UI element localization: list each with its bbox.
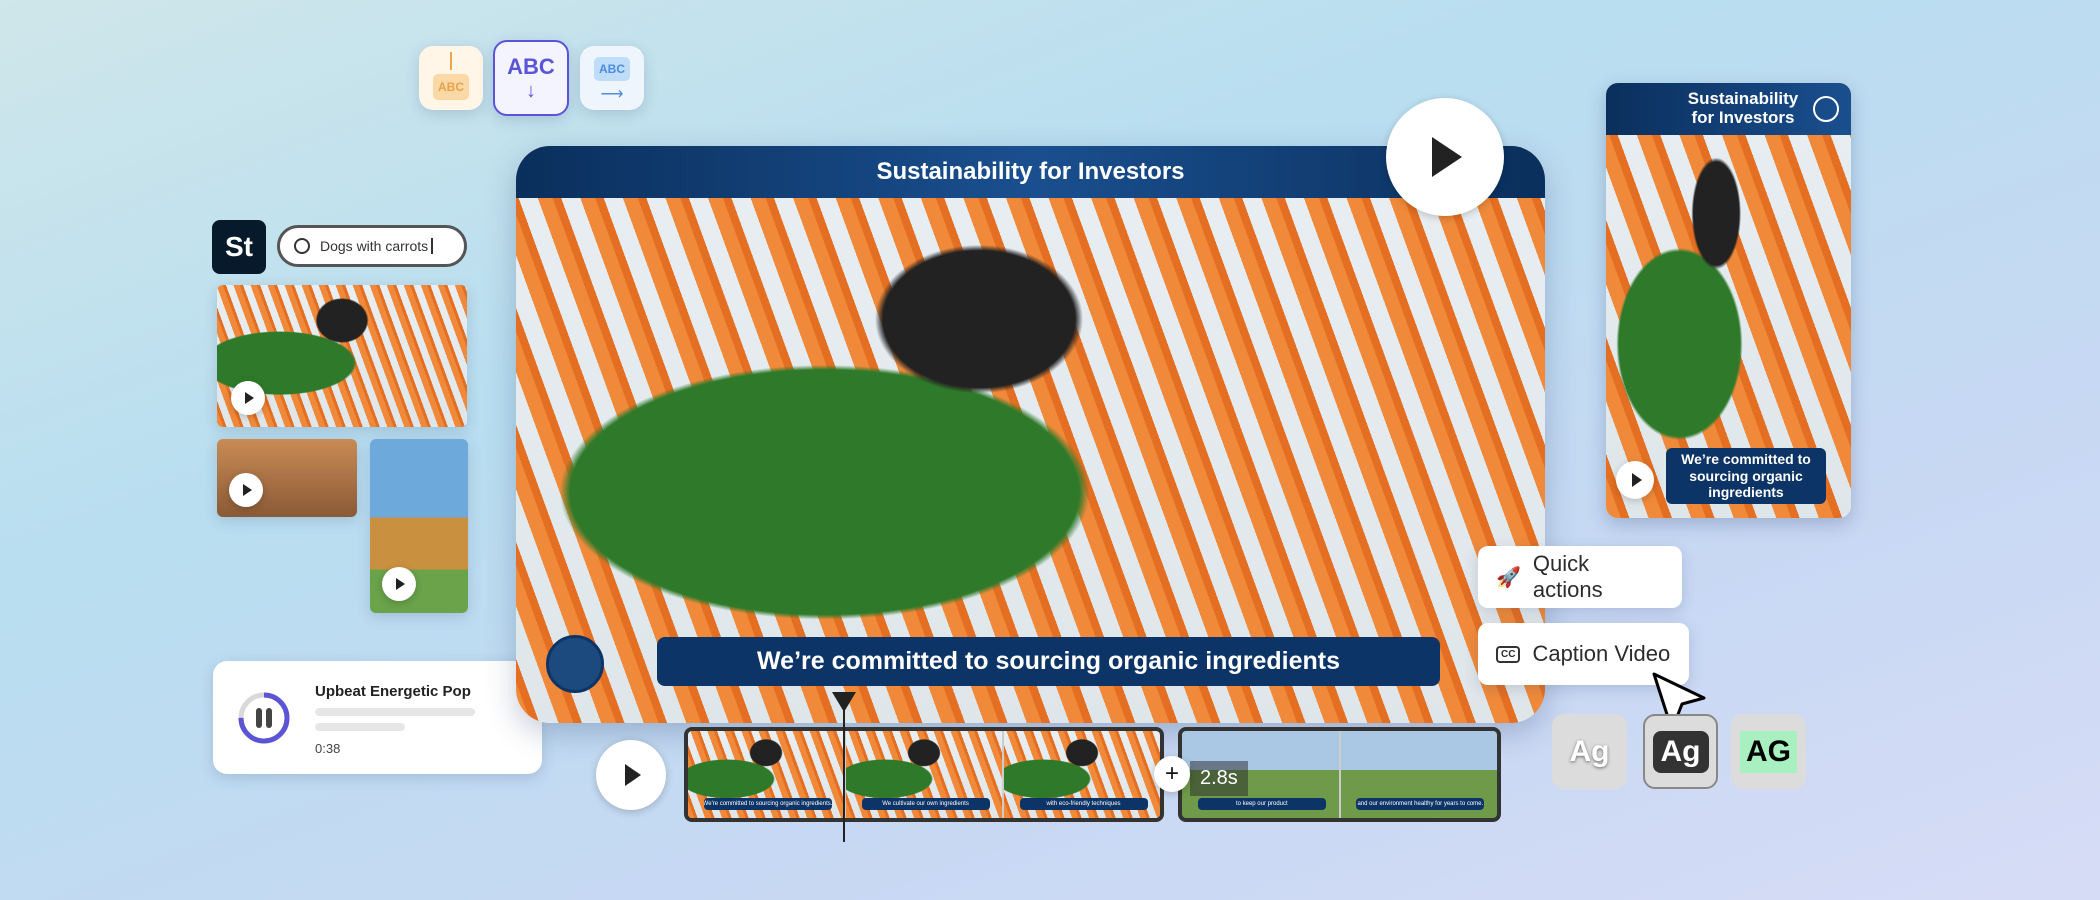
vertical-title: Sustainability for Investors xyxy=(1687,89,1799,127)
clip-frame: We cultivate our own ingredients xyxy=(846,731,1004,818)
brand-logo-icon xyxy=(546,635,604,693)
caption-style-highlight[interactable]: AG xyxy=(1731,714,1806,789)
playhead[interactable] xyxy=(843,700,845,842)
caption-style-label: Ag xyxy=(1652,730,1709,773)
playhead-handle[interactable] xyxy=(832,692,856,712)
video-caption: We’re committed to sourcing organic ingr… xyxy=(657,637,1440,686)
waveform-placeholder xyxy=(315,708,475,716)
stock-result-1[interactable] xyxy=(217,285,467,427)
music-track-card: Upbeat Energetic Pop 0:38 xyxy=(213,661,542,774)
frame-caption: We cultivate our own ingredients xyxy=(861,798,990,810)
text-drop-animation-icon xyxy=(450,52,452,70)
caption-style-label: AG xyxy=(1740,730,1797,773)
text-style-drop[interactable]: ABC xyxy=(419,46,483,110)
search-value: Dogs with carrots xyxy=(320,238,434,254)
vertical-caption: We’re committed to sourcing organic ingr… xyxy=(1666,448,1826,504)
main-video-preview[interactable]: Sustainability for Investors We’re commi… xyxy=(516,146,1545,723)
caption-style-outline[interactable]: Ag xyxy=(1552,714,1627,789)
text-style-label: ABC xyxy=(433,74,469,100)
clip-frame: We're committed to sourcing organic ingr… xyxy=(688,731,846,818)
music-title: Upbeat Energetic Pop xyxy=(315,683,471,700)
music-time: 0:38 xyxy=(315,741,341,756)
add-clip-button[interactable]: + xyxy=(1154,756,1190,792)
clip-duration: 2.8s xyxy=(1190,761,1248,796)
play-icon[interactable] xyxy=(229,473,263,507)
frame-caption: with eco-friendly techniques xyxy=(1019,798,1148,810)
frame-caption: to keep our product xyxy=(1197,798,1326,810)
stock-result-3[interactable] xyxy=(370,439,468,613)
frame-caption: and our environment healthy for years to… xyxy=(1356,798,1485,810)
play-icon[interactable] xyxy=(1616,461,1654,499)
brand-logo-icon xyxy=(1813,96,1839,122)
caption-video-label: Caption Video xyxy=(1532,641,1671,666)
pause-icon xyxy=(256,708,262,728)
caption-style-label: Ag xyxy=(1569,734,1610,768)
clip-frame: with eco-friendly techniques xyxy=(1004,731,1160,818)
pause-progress-ring[interactable] xyxy=(237,691,291,745)
stock-logo: St xyxy=(212,220,266,274)
search-input[interactable]: Dogs with carrots xyxy=(277,225,467,267)
arrow-right-icon: ⟶ xyxy=(600,86,624,103)
vertical-title-bar: Sustainability for Investors xyxy=(1606,83,1851,135)
timeline-play-button[interactable] xyxy=(596,740,666,810)
text-style-down[interactable]: ABC ↓ xyxy=(493,40,569,116)
quick-actions-label: Quick actions xyxy=(1532,551,1603,602)
caption-cc-icon: CC xyxy=(1496,645,1521,663)
waveform-placeholder xyxy=(315,723,405,731)
search-icon xyxy=(294,238,310,254)
quick-actions-button[interactable]: 🚀 Quick actions xyxy=(1478,546,1682,608)
main-play-button[interactable] xyxy=(1386,98,1504,216)
text-style-label: ABC xyxy=(507,54,555,79)
play-icon[interactable] xyxy=(382,567,416,601)
timeline-clip-2[interactable]: 2.8s to keep our product and our environ… xyxy=(1178,727,1501,822)
text-style-label: ABC xyxy=(594,57,630,81)
vertical-video-preview[interactable]: Sustainability for Investors We’re commi… xyxy=(1606,83,1851,518)
clip-frame: and our environment healthy for years to… xyxy=(1340,731,1497,818)
stock-result-2[interactable] xyxy=(217,439,357,517)
rocket-icon: 🚀 xyxy=(1496,566,1521,589)
clip-frame: 2.8s to keep our product xyxy=(1182,731,1341,818)
frame-caption: We're committed to sourcing organic ingr… xyxy=(703,798,832,810)
text-style-slide[interactable]: ABC ⟶ xyxy=(580,46,644,110)
play-icon[interactable] xyxy=(231,381,265,415)
arrow-down-icon: ↓ xyxy=(526,80,536,102)
caption-style-dark-box[interactable]: Ag xyxy=(1643,714,1718,789)
timeline-clip-1[interactable]: We're committed to sourcing organic ingr… xyxy=(684,727,1164,822)
